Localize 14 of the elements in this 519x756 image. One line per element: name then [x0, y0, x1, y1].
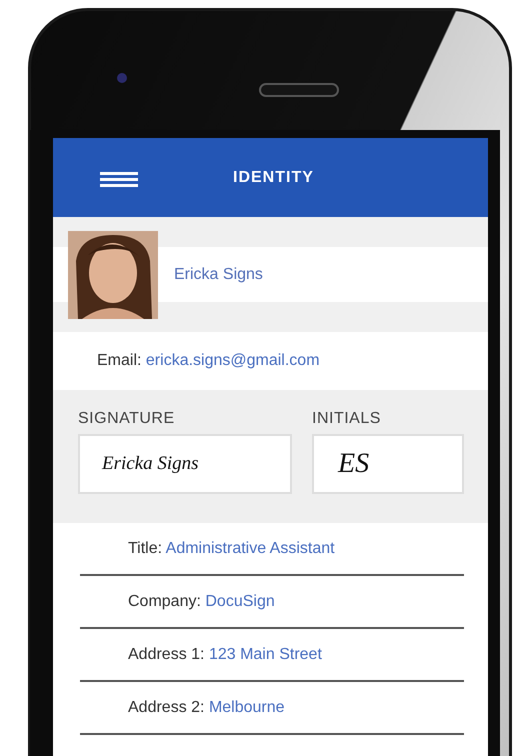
profile-field: Address 1: 123 Main Street — [128, 646, 322, 664]
initials-label: INITIALS — [312, 410, 382, 428]
profile-name: Ericka Signs — [174, 266, 263, 284]
speaker-icon — [259, 83, 339, 97]
profile-field: Address 2: Melbourne — [128, 698, 285, 716]
profile-field: Title: Administrative Assistant — [128, 540, 335, 558]
profile-field: Company: DocuSign — [128, 592, 275, 610]
menu-icon[interactable] — [100, 172, 138, 188]
signature-field[interactable]: Ericka Signs — [78, 434, 292, 494]
email-line: Email: ericka.signs@gmail.com — [97, 352, 320, 370]
signature-label: SIGNATURE — [78, 410, 176, 428]
screen-title: IDENTITY — [233, 168, 314, 186]
initials-field[interactable]: ES — [312, 434, 464, 494]
camera-icon — [117, 73, 127, 83]
